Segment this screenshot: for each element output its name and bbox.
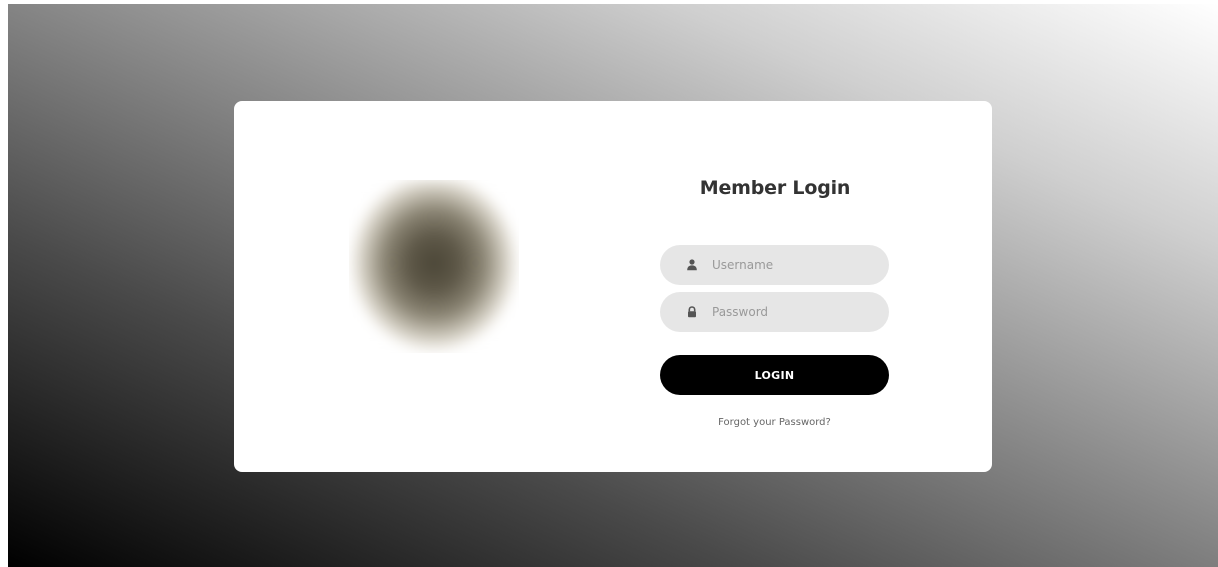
blurred-photo xyxy=(349,180,519,353)
login-image xyxy=(349,180,519,353)
username-input[interactable] xyxy=(712,245,877,285)
page-background: Member Login LOGIN Forgot your Password? xyxy=(8,4,1218,567)
login-button[interactable]: LOGIN xyxy=(660,355,889,395)
forgot-password-link[interactable]: Forgot your Password? xyxy=(660,417,889,428)
password-field[interactable] xyxy=(660,292,889,332)
password-input[interactable] xyxy=(712,292,877,332)
lock-icon xyxy=(688,306,696,318)
login-card: Member Login LOGIN Forgot your Password? xyxy=(234,101,992,472)
login-title: Member Login xyxy=(699,177,851,199)
username-field[interactable] xyxy=(660,245,889,285)
user-icon xyxy=(687,259,697,271)
